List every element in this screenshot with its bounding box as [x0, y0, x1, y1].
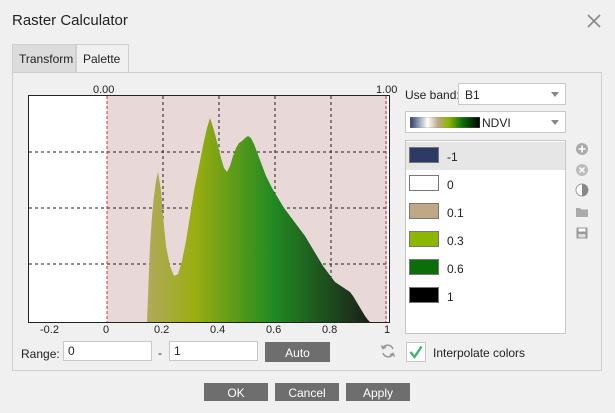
palette-item-label: 1 — [447, 290, 454, 304]
refresh-icon[interactable] — [380, 343, 396, 359]
x-tick-label: 0.2 — [154, 324, 170, 336]
auto-button[interactable]: Auto — [265, 342, 330, 362]
palette-item[interactable]: 0.3 — [406, 226, 565, 254]
tab-transform[interactable]: Transform — [12, 44, 76, 72]
palette-item[interactable]: 0 — [406, 170, 565, 198]
invert-icon[interactable] — [575, 183, 589, 197]
tab-palette[interactable]: Palette — [76, 44, 129, 73]
palette-gradient-preview — [410, 117, 480, 128]
interpolate-label: Interpolate colors — [433, 346, 526, 360]
color-swatch[interactable] — [409, 203, 439, 219]
palette-list[interactable]: -1 0 0.1 0.3 0.6 1 — [405, 140, 566, 334]
palette-item-label: 0.1 — [447, 206, 464, 220]
window-title: Raster Calculator — [12, 12, 128, 29]
x-tick-label: 0.4 — [210, 324, 226, 336]
palette-item-label: 0.6 — [447, 262, 464, 276]
ok-button[interactable]: OK — [204, 383, 268, 401]
band-select[interactable]: B1 — [458, 83, 566, 105]
palette-item[interactable]: 1 — [406, 282, 565, 310]
tab-transform-label: Transform — [19, 52, 74, 66]
histogram-svg — [29, 96, 389, 322]
apply-button[interactable]: Apply — [346, 383, 410, 401]
close-icon[interactable] — [586, 13, 602, 29]
tab-palette-label: Palette — [83, 52, 121, 66]
x-tick-label: -0.2 — [40, 324, 59, 336]
color-swatch[interactable] — [409, 175, 439, 191]
color-swatch[interactable] — [409, 231, 439, 247]
folder-icon[interactable] — [575, 205, 589, 219]
chevron-down-icon — [551, 92, 559, 97]
x-tick-label: 0 — [103, 324, 110, 336]
histogram-plot[interactable] — [28, 95, 390, 323]
range-label: Range: — [21, 347, 60, 361]
palette-select[interactable]: NDVI — [405, 111, 566, 133]
color-swatch[interactable] — [409, 259, 439, 275]
palette-item[interactable]: 0.1 — [406, 198, 565, 226]
band-select-value: B1 — [465, 88, 480, 102]
x-tick-label: 0.6 — [266, 324, 282, 336]
remove-icon[interactable] — [575, 163, 589, 177]
cancel-button[interactable]: Cancel — [275, 383, 339, 401]
range-min-input[interactable] — [63, 341, 152, 361]
range-max-input[interactable] — [169, 341, 258, 361]
palette-item[interactable]: 0.6 — [406, 254, 565, 282]
palette-item-label: 0 — [447, 178, 454, 192]
palette-item-label: 0.3 — [447, 234, 464, 248]
range-separator: - — [158, 346, 162, 360]
x-tick-label: 0.8 — [322, 324, 338, 336]
chevron-down-icon — [551, 120, 559, 125]
palette-select-value: NDVI — [482, 116, 511, 130]
color-swatch[interactable] — [409, 147, 439, 163]
interpolate-checkbox[interactable] — [406, 342, 426, 362]
save-icon[interactable] — [575, 226, 589, 240]
checkmark-icon — [409, 345, 423, 360]
color-swatch[interactable] — [409, 287, 439, 303]
palette-item-label: -1 — [447, 150, 458, 164]
palette-item[interactable]: -1 — [406, 142, 565, 170]
x-tick-label: 1 — [384, 324, 391, 336]
use-band-label: Use band: — [405, 88, 460, 102]
add-icon[interactable] — [575, 142, 589, 156]
